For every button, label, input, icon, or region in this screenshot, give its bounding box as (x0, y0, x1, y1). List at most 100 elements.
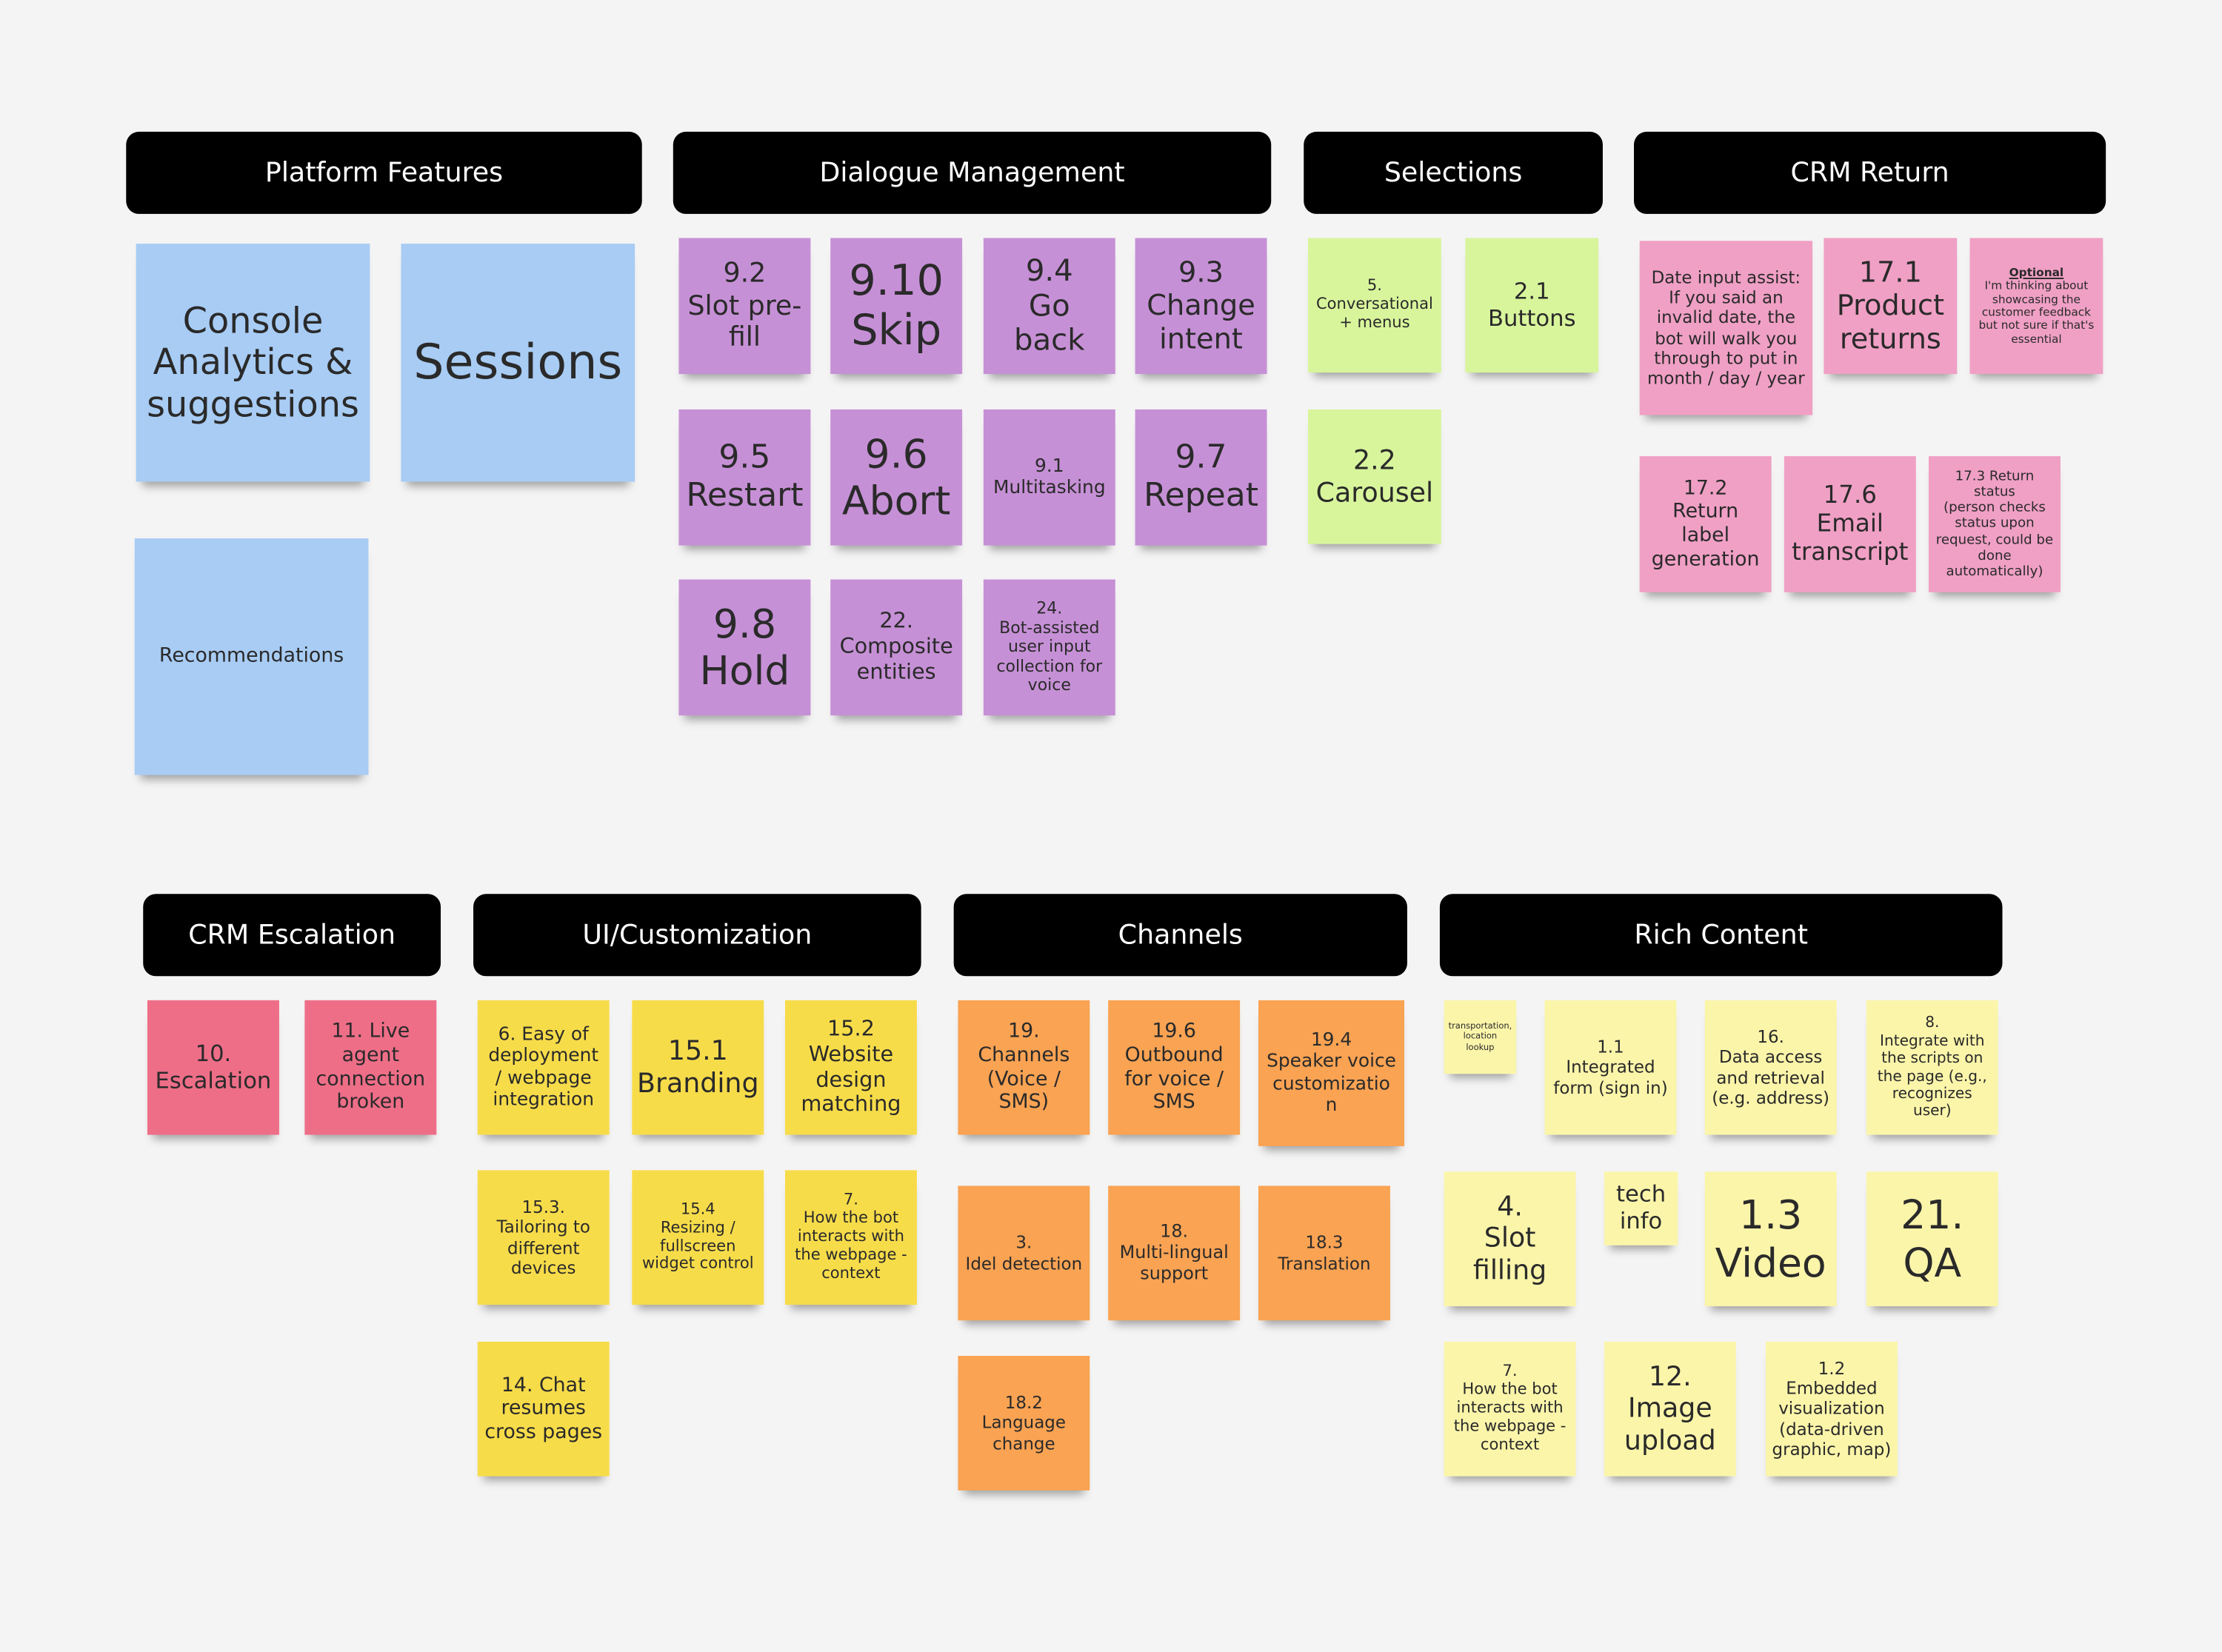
sticky-note[interactable]: 7. How the bot interacts with the webpag… (784, 1170, 917, 1305)
note-text: 17.2 Return label generation (1651, 477, 1760, 571)
sticky-note[interactable]: 9.10 Skip (830, 238, 963, 375)
note-text: Date input assist: If you said an invali… (1647, 267, 1805, 388)
note-text: 9.7 Repeat (1144, 438, 1258, 515)
note-text: 9.5 Restart (686, 438, 804, 515)
sticky-note[interactable]: 9.3 Change intent (1135, 238, 1267, 375)
note-text: 24. Bot-assisted user input collection f… (996, 598, 1103, 695)
sticky-note[interactable]: 15.4 Resizing / fullscreen widget contro… (632, 1170, 764, 1305)
note-text: 9.10 Skip (849, 255, 944, 356)
sticky-note[interactable]: 3. Idel detection (958, 1186, 1090, 1321)
note-text: 21. QA (1901, 1191, 1964, 1286)
sticky-note[interactable]: 18. Multi-lingual support (1108, 1186, 1241, 1321)
note-text: 9.2 Slot pre- fill (687, 258, 802, 353)
note-text: 15.2 Website design matching (801, 1016, 901, 1117)
note-text: tech info (1616, 1180, 1666, 1234)
note-text: 1.2 Embedded visualization (data-driven … (1772, 1359, 1892, 1459)
note-text: 18.2 Language change (981, 1393, 1067, 1454)
sticky-note[interactable]: 14. Chat resumes cross pages (477, 1341, 610, 1477)
note-text: 17.6 Email transcript (1792, 481, 1909, 567)
note-text: 22. Composite entities (839, 608, 953, 684)
sticky-note[interactable]: 10. Escalation (147, 1000, 279, 1135)
sticky-note[interactable]: 16. Data access and retrieval (e.g. addr… (1704, 1000, 1837, 1135)
sticky-note[interactable]: 2.1 Buttons (1465, 238, 1599, 373)
sticky-note[interactable]: 9.4 Go back (983, 238, 1115, 375)
note-text: 19.6 Outbound for voice / SMS (1124, 1020, 1224, 1114)
note-text: 14. Chat resumes cross pages (484, 1374, 603, 1444)
group-header-platform-features: Platform Features (126, 131, 642, 214)
note-text: 7. How the bot interacts with the webpag… (1453, 1361, 1567, 1454)
sticky-note[interactable]: 7. How the bot interacts with the webpag… (1444, 1341, 1576, 1477)
sticky-note[interactable]: 15.1 Branding (632, 1000, 764, 1135)
sticky-note[interactable]: 4. Slot filling (1444, 1171, 1576, 1307)
sticky-note[interactable]: 21. QA (1866, 1171, 1998, 1307)
sticky-note[interactable]: 22. Composite entities (830, 579, 963, 716)
note-text: 7. How the bot interacts with the webpag… (795, 1190, 907, 1283)
sticky-note[interactable]: 18.2 Language change (958, 1356, 1090, 1491)
sticky-note[interactable]: 11. Live agent connection broken (304, 1000, 437, 1135)
note-text: 17.1 Product returns (1836, 254, 1944, 355)
note-text: 1.1 Integrated form (sign in) (1553, 1037, 1668, 1098)
sticky-note[interactable]: 1.1 Integrated form (sign in) (1544, 1000, 1677, 1135)
sticky-note[interactable]: 17.6 Email transcript (1784, 456, 1916, 592)
group-header-crm-escalation: CRM Escalation (143, 894, 441, 977)
note-text: Console Analytics & suggestions (147, 300, 359, 425)
sticky-note[interactable]: 1.3 Video (1704, 1171, 1837, 1307)
note-text: 19. Channels (Voice / SMS) (978, 1020, 1070, 1114)
sticky-note[interactable]: 19. Channels (Voice / SMS) (958, 1000, 1090, 1135)
note-text: 4. Slot filling (1472, 1191, 1547, 1286)
note-text: transportation, location lookup (1448, 1022, 1512, 1052)
sticky-note[interactable]: Recommendations (134, 538, 369, 775)
sticky-note[interactable]: 5. Conversational + menus (1307, 238, 1441, 373)
sticky-note[interactable]: 17.3 Return status (person checks status… (1929, 456, 2061, 592)
note-text: 18. Multi-lingual support (1119, 1220, 1229, 1284)
sticky-note[interactable]: 19.4 Speaker voice customizatio n (1258, 1000, 1405, 1146)
note-text: 12. Image upload (1624, 1361, 1716, 1457)
sticky-note[interactable]: 9.5 Restart (678, 409, 811, 546)
note-label: Optional (2009, 266, 2064, 279)
note-text: 16. Data access and retrieval (e.g. addr… (1712, 1027, 1830, 1108)
sticky-note[interactable]: 24. Bot-assisted user input collection f… (983, 579, 1115, 716)
sticky-note[interactable]: 17.1 Product returns (1824, 238, 1958, 375)
note-text: 9.3 Change intent (1147, 254, 1255, 355)
sticky-note[interactable]: 1.2 Embedded visualization (data-driven … (1765, 1341, 1898, 1477)
sticky-note[interactable]: transportation, location lookup (1444, 1000, 1517, 1074)
sticky-note[interactable]: Date input assist: If you said an invali… (1639, 241, 1813, 415)
note-text: 1.3 Video (1715, 1191, 1826, 1286)
note-text: Recommendations (159, 644, 344, 668)
sticky-note[interactable]: 18.3 Translation (1258, 1186, 1390, 1321)
note-text: 6. Easy of deployment / webpage integrat… (488, 1024, 599, 1111)
note-text: 17.3 Return status (person checks status… (1935, 468, 2054, 580)
note-text: 9.4 Go back (1014, 253, 1085, 358)
group-header-crm-return: CRM Return (1634, 131, 2106, 214)
group-header-channels: Channels (953, 894, 1407, 977)
sticky-note[interactable]: 15.2 Website design matching (784, 1000, 917, 1135)
sticky-note[interactable]: 8. Integrate with the scripts on the pag… (1866, 1000, 1998, 1135)
group-header-dialogue-management: Dialogue Management (673, 131, 1272, 214)
note-text: 9.8 Hold (699, 601, 790, 695)
sticky-note[interactable]: Optional I'm thinking about showcasing th… (1969, 238, 2103, 375)
sticky-note[interactable]: 9.1 Multitasking (983, 409, 1115, 546)
note-text: 15.4 Resizing / fullscreen widget contro… (641, 1199, 754, 1274)
note-text: Sessions (413, 334, 623, 391)
group-header-ui-customization: UI/Customization (473, 894, 921, 977)
sticky-note[interactable]: 6. Easy of deployment / webpage integrat… (477, 1000, 610, 1135)
sticky-note[interactable]: 9.2 Slot pre- fill (678, 238, 811, 375)
note-text: 3. Idel detection (965, 1233, 1083, 1274)
sticky-note[interactable]: 9.8 Hold (678, 579, 811, 716)
note-text: 15.3. Tailoring to different devices (496, 1197, 590, 1278)
sticky-note[interactable]: 19.6 Outbound for voice / SMS (1108, 1000, 1241, 1135)
sticky-note[interactable]: 15.3. Tailoring to different devices (477, 1170, 610, 1305)
sticky-note[interactable]: 2.2 Carousel (1307, 409, 1441, 544)
sticky-note[interactable]: Console Analytics & suggestions (136, 244, 370, 482)
whiteboard-canvas: Platform Features Dialogue Management Sele… (0, 0, 2222, 1652)
note-text: 5. Conversational + menus (1315, 276, 1433, 332)
sticky-note[interactable]: 12. Image upload (1604, 1341, 1736, 1477)
note-text: 19.4 Speaker voice customizatio n (1267, 1029, 1396, 1117)
sticky-note[interactable]: Sessions (401, 244, 635, 482)
sticky-note[interactable]: tech info (1604, 1171, 1678, 1245)
sticky-note[interactable]: 9.7 Repeat (1135, 409, 1267, 546)
sticky-note[interactable]: 9.6 Abort (830, 409, 963, 546)
sticky-note[interactable]: 17.2 Return label generation (1639, 456, 1772, 592)
note-text: 9.6 Abort (841, 430, 951, 524)
note-text: 8. Integrate with the scripts on the pag… (1877, 1014, 1987, 1120)
